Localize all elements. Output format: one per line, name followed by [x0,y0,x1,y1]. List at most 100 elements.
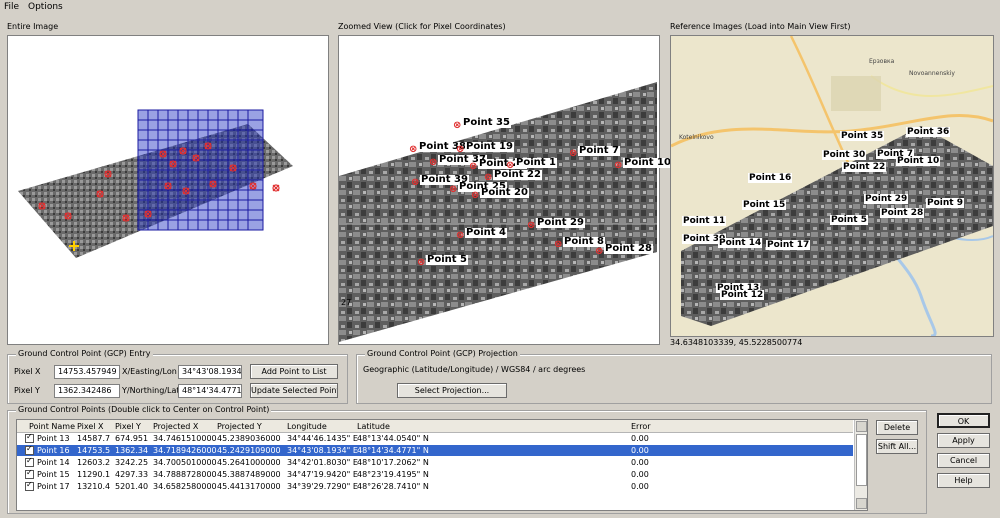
ref-point-label[interactable]: Point 22 [842,162,887,172]
easting-label: X/Easting/Lon [122,367,177,376]
zoom-point-label[interactable]: Point 4 [465,228,507,238]
table-row[interactable]: Point 15 11290.1 4297.33 34.788872800045.38… [17,468,853,480]
projection-title: Ground Control Point (GCP) Projection [365,349,520,358]
col-pixel-x[interactable]: Pixel X [77,422,104,431]
table-row[interactable]: Point 17 13210.4 5201.40 34.658258000045.44… [17,480,853,492]
gcp-list-group: Ground Control Points (Double click to C… [7,405,927,514]
zoom-point-label[interactable]: Point 7 [578,146,620,156]
ref-point-label[interactable]: Point 36 [906,127,951,137]
row-checkbox[interactable] [25,456,34,467]
cell-px: 14753.5 [77,446,111,455]
cell-lat: 48°23'19.4195" N [357,470,429,479]
cell-lon: 34°44'46.1435" E [287,434,358,443]
scroll-thumb[interactable] [856,434,867,486]
cell-name: Point 15 [37,470,70,479]
row-checkbox[interactable] [25,432,34,443]
table-row[interactable]: Point 14 12603.2 3242.25 34.700501000045.26… [17,456,853,468]
cell-py: 5201.40 [115,482,149,491]
ref-point-label[interactable]: Point 28 [880,208,925,218]
scroll-down-icon[interactable] [856,498,867,509]
ref-point-label[interactable]: Point 11 [682,216,727,226]
gcp-list[interactable]: Point Name Pixel X Pixel Y Projected X P… [16,419,868,511]
map-label-town1: Kotelnikovo [679,134,714,141]
list-scrollbar[interactable] [854,420,867,510]
cell-name: Point 13 [37,434,70,443]
apply-button[interactable]: Apply [937,433,990,448]
pixel-y-label: Pixel Y [14,386,40,395]
menu-options[interactable]: Options [28,2,63,12]
cell-projx: 34.6582580000 [153,482,217,491]
map-label-town2: Novoannenskiy [909,70,955,77]
zoom-point-label[interactable]: Point 28 [604,244,653,254]
easting-input[interactable]: 34°43'08.1934" [178,365,242,379]
northing-label: Y/Northing/Lat [122,386,180,395]
entire-image-view[interactable] [7,35,329,345]
cell-py: 674.951 [115,434,149,443]
zoomed-view-label: Zoomed View (Click for Pixel Coordinates… [338,22,506,31]
ref-point-label[interactable]: Point 14 [718,238,763,248]
gcp-projection-group: Ground Control Point (GCP) Projection Ge… [356,349,992,404]
pixel-x-input[interactable]: 14753.457949 [54,365,120,379]
table-row[interactable]: Point 16 14753.5 1362.34 34.718942600045.24… [17,444,853,456]
point-marker-icon: ⊗ [527,220,536,231]
select-projection-button[interactable]: Select Projection... [397,383,507,398]
help-button[interactable]: Help [937,473,990,488]
col-pixel-y[interactable]: Pixel Y [115,422,141,431]
cell-projx: 34.7189426000 [153,446,217,455]
ref-point-label[interactable]: Point 17 [766,240,811,250]
cancel-button[interactable]: Cancel [937,453,990,468]
col-point-name[interactable]: Point Name [29,422,75,431]
zoom-point-label[interactable]: Point 20 [480,188,529,198]
northing-input[interactable]: 48°14'34.4771" [178,384,242,398]
cell-lon: 34°43'08.1934" E [287,446,358,455]
table-row[interactable]: Point 13 14587.7 674.951 34.746151000045.23… [17,432,853,444]
delete-button[interactable]: Delete [876,420,918,435]
ok-button[interactable]: OK [937,413,990,428]
zoom-point-label[interactable]: Point 22 [493,170,542,180]
gcp-list-header: Point Name Pixel X Pixel Y Projected X P… [17,420,853,433]
point-marker-icon: ⊗ [569,148,578,159]
col-projected-x[interactable]: Projected X [153,422,198,431]
shift-all-button[interactable]: Shift All... [876,439,918,454]
cell-projy: 45.2641000000 [217,458,281,467]
cell-err: 0.00 [631,458,649,467]
point-marker-icon: ⊗ [614,160,623,171]
ref-point-label[interactable]: Point 5 [830,215,868,225]
update-point-button[interactable]: Update Selected Point [250,383,338,398]
add-point-button[interactable]: Add Point to List [250,364,338,379]
point-marker-icon: ⊗ [595,246,604,257]
cell-py: 1362.34 [115,446,149,455]
col-latitude[interactable]: Latitude [357,422,390,431]
ref-point-label[interactable]: Point 10 [896,156,941,166]
col-error[interactable]: Error [631,422,651,431]
cell-px: 11290.1 [77,470,111,479]
col-longitude[interactable]: Longitude [287,422,327,431]
ref-point-label[interactable]: Point 12 [720,290,765,300]
reference-images-label: Reference Images (Load into Main View Fi… [670,22,851,31]
zoom-point-label[interactable]: Point 10 [623,158,672,168]
cell-name: Point 14 [37,458,70,467]
ref-point-label[interactable]: Point 35 [840,131,885,141]
cell-err: 0.00 [631,482,649,491]
zoom-point-label[interactable]: Point 29 [536,218,585,228]
menu-bar: File Options [0,0,1000,14]
zoom-point-label[interactable]: Point 1 [515,158,557,168]
pixel-y-input[interactable]: 1362.342486 [54,384,120,398]
menu-file[interactable]: File [4,2,19,12]
scroll-up-icon[interactable] [856,421,867,432]
cell-projx: 34.7005010000 [153,458,217,467]
zoom-point-label[interactable]: Point 35 [462,118,511,128]
zoomed-edge-label: 27 [341,298,352,307]
ref-point-label[interactable]: Point 9 [926,198,964,208]
col-projected-y[interactable]: Projected Y [217,422,262,431]
ref-point-label[interactable]: Point 15 [742,200,787,210]
zoom-point-label[interactable]: Point 5 [426,255,468,265]
ref-point-label[interactable]: Point 29 [864,194,909,204]
row-checkbox[interactable] [25,480,34,491]
ref-point-label[interactable]: Point 16 [748,173,793,183]
point-marker-icon: ⊗ [411,177,420,188]
row-checkbox[interactable] [25,444,34,455]
ref-point-label[interactable]: Point 30 [822,150,867,160]
row-checkbox[interactable] [25,468,34,479]
zoom-point-label[interactable]: Point 19 [465,142,514,152]
